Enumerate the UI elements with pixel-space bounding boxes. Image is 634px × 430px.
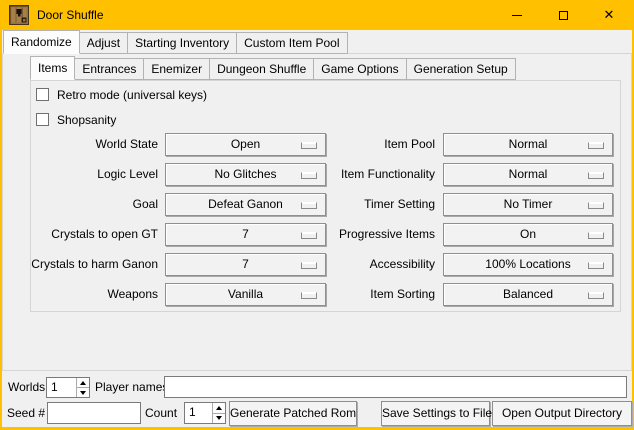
item-functionality-label: Item Functionality [326, 163, 435, 186]
world-state-value: Open [231, 137, 260, 151]
tab-generation-setup[interactable]: Generation Setup [406, 58, 516, 80]
item-pool-label: Item Pool [326, 133, 435, 156]
item-sorting-value: Balanced [503, 287, 553, 301]
crystals-gt-value: 7 [242, 227, 249, 241]
close-button[interactable]: ✕ [586, 0, 632, 30]
accessibility-label: Accessibility [326, 253, 435, 276]
weapons-dropdown[interactable]: Vanilla [165, 283, 326, 306]
dropdown-bar-icon [588, 232, 604, 239]
tab-enemizer[interactable]: Enemizer [143, 58, 210, 80]
crystals-ganon-value: 7 [242, 257, 249, 271]
maximize-button[interactable] [540, 0, 586, 30]
tab-adjust[interactable]: Adjust [79, 32, 128, 54]
goal-value: Defeat Ganon [208, 197, 283, 211]
item-sorting-dropdown[interactable]: Balanced [443, 283, 613, 306]
progressive-items-value: On [520, 227, 536, 241]
sub-tab-strip: Items Entrances Enemizer Dungeon Shuffle… [30, 58, 515, 80]
randomize-panel: Items Entrances Enemizer Dungeon Shuffle… [2, 53, 632, 371]
dropdown-bar-icon [588, 172, 604, 179]
tab-dungeon-shuffle[interactable]: Dungeon Shuffle [209, 58, 314, 80]
player-names-input[interactable] [164, 376, 627, 398]
door-icon [9, 5, 29, 25]
seed-label: Seed # [7, 402, 45, 424]
dropdown-bar-icon [301, 172, 317, 179]
open-output-directory-button[interactable]: Open Output Directory [492, 401, 632, 426]
goal-label: Goal [31, 193, 158, 216]
tab-entrances[interactable]: Entrances [74, 58, 144, 80]
tab-items[interactable]: Items [30, 56, 75, 80]
worlds-spin-down[interactable] [77, 387, 89, 397]
item-functionality-value: Normal [509, 167, 548, 181]
dropdown-bar-icon [588, 202, 604, 209]
seed-input[interactable] [47, 402, 141, 424]
main-tab-strip: Randomize Adjust Starting Inventory Cust… [3, 32, 347, 54]
crystals-gt-label: Crystals to open GT [31, 223, 158, 246]
weapons-value: Vanilla [228, 287, 263, 301]
items-panel: Retro mode (universal keys) Shopsanity W… [30, 80, 621, 312]
item-sorting-label: Item Sorting [326, 283, 435, 306]
dropdown-bar-icon [301, 142, 317, 149]
logic-level-value: No Glitches [214, 167, 276, 181]
dropdown-bar-icon [588, 292, 604, 299]
shopsanity-checkbox[interactable] [36, 113, 49, 126]
dropdown-bar-icon [588, 142, 604, 149]
dropdown-bar-icon [301, 202, 317, 209]
logic-level-label: Logic Level [31, 163, 158, 186]
minimize-button[interactable] [494, 0, 540, 30]
tab-custom-item-pool[interactable]: Custom Item Pool [236, 32, 347, 54]
dropdown-bar-icon [301, 262, 317, 269]
progressive-items-dropdown[interactable]: On [443, 223, 613, 246]
accessibility-value: 100% Locations [485, 257, 570, 271]
timer-setting-dropdown[interactable]: No Timer [443, 193, 613, 216]
save-settings-button[interactable]: Save Settings to File [381, 401, 490, 426]
spin-down-icon [80, 391, 86, 395]
close-icon: ✕ [604, 9, 615, 22]
world-state-dropdown[interactable]: Open [165, 133, 326, 156]
progressive-items-label: Progressive Items [326, 223, 435, 246]
weapons-label: Weapons [31, 283, 158, 306]
worlds-label: Worlds [8, 376, 45, 398]
maximize-icon [559, 11, 568, 20]
crystals-ganon-dropdown[interactable]: 7 [165, 253, 326, 276]
world-state-label: World State [31, 133, 158, 156]
tab-randomize[interactable]: Randomize [3, 30, 80, 54]
timer-setting-label: Timer Setting [326, 193, 435, 216]
timer-setting-value: No Timer [504, 197, 553, 211]
dropdown-bar-icon [301, 232, 317, 239]
crystals-ganon-label: Crystals to harm Ganon [31, 253, 158, 276]
count-label: Count [145, 402, 177, 424]
player-names-label: Player names [95, 376, 168, 398]
dropdown-bar-icon [588, 262, 604, 269]
dropdown-bar-icon [301, 292, 317, 299]
title-bar[interactable]: Door Shuffle ✕ [0, 0, 634, 30]
item-pool-dropdown[interactable]: Normal [443, 133, 613, 156]
crystals-gt-dropdown[interactable]: 7 [165, 223, 326, 246]
count-value: 1 [189, 403, 196, 422]
accessibility-dropdown[interactable]: 100% Locations [443, 253, 613, 276]
retro-mode-checkbox[interactable] [36, 88, 49, 101]
worlds-spin-up[interactable] [77, 378, 89, 387]
count-spin-down[interactable] [213, 413, 225, 424]
shopsanity-label: Shopsanity [57, 113, 116, 127]
retro-mode-label: Retro mode (universal keys) [57, 88, 207, 102]
count-spinbox[interactable]: 1 [184, 402, 226, 424]
tab-game-options[interactable]: Game Options [313, 58, 406, 80]
goal-dropdown[interactable]: Defeat Ganon [165, 193, 326, 216]
item-pool-value: Normal [509, 137, 548, 151]
spin-down-icon [216, 416, 222, 420]
tab-starting-inventory[interactable]: Starting Inventory [127, 32, 237, 54]
minimize-icon [512, 15, 522, 16]
generate-patched-rom-button[interactable]: Generate Patched Rom [229, 401, 357, 426]
count-spin-up[interactable] [213, 403, 225, 413]
spin-up-icon [80, 381, 86, 385]
item-functionality-dropdown[interactable]: Normal [443, 163, 613, 186]
door-shuffle-window: Door Shuffle ✕ Randomize Adjust Starting… [0, 0, 634, 430]
worlds-value: 1 [51, 378, 58, 397]
window-title: Door Shuffle [37, 8, 104, 22]
client-area: Randomize Adjust Starting Inventory Cust… [2, 30, 632, 427]
logic-level-dropdown[interactable]: No Glitches [165, 163, 326, 186]
worlds-spinbox[interactable]: 1 [46, 377, 90, 398]
spin-up-icon [216, 406, 222, 410]
